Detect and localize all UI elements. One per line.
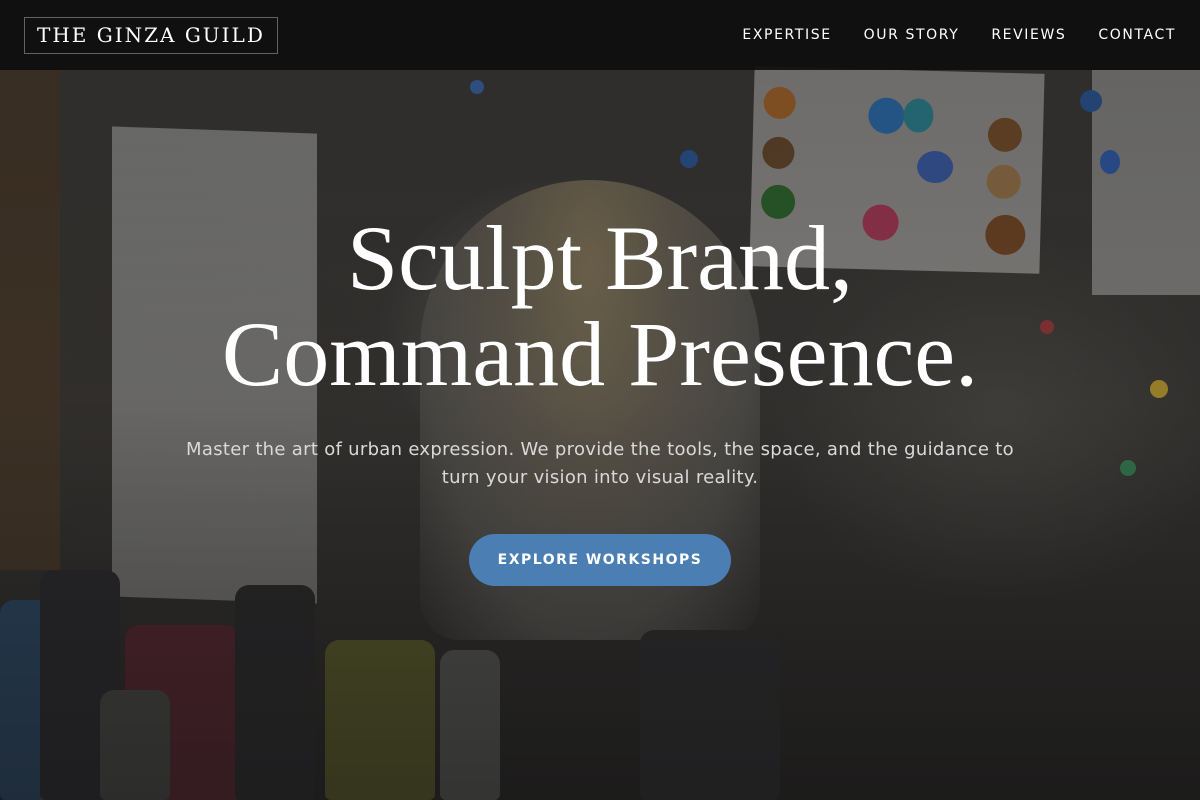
hero-title: Sculpt Brand, Command Presence.	[0, 210, 1200, 402]
explore-workshops-button[interactable]: EXPLORE WORKSHOPS	[469, 534, 731, 586]
nav-link-reviews[interactable]: REVIEWS	[991, 27, 1066, 43]
nav-link-expertise[interactable]: EXPERTISE	[742, 27, 831, 43]
nav-links: EXPERTISE OUR STORY REVIEWS CONTACT	[742, 27, 1176, 43]
hero-subtitle: Master the art of urban expression. We p…	[186, 439, 1014, 488]
top-navigation-bar: THE GINZA GUILD EXPERTISE OUR STORY REVI…	[0, 0, 1200, 70]
nav-link-our-story[interactable]: OUR STORY	[864, 27, 960, 43]
hero-title-line-1: Sculpt Brand,	[347, 207, 853, 309]
hero-title-line-2: Command Presence.	[221, 303, 979, 405]
nav-link-contact[interactable]: CONTACT	[1098, 27, 1176, 43]
site-logo[interactable]: THE GINZA GUILD	[24, 16, 278, 54]
hero-section: Sculpt Brand, Command Presence. Master t…	[0, 210, 1200, 586]
